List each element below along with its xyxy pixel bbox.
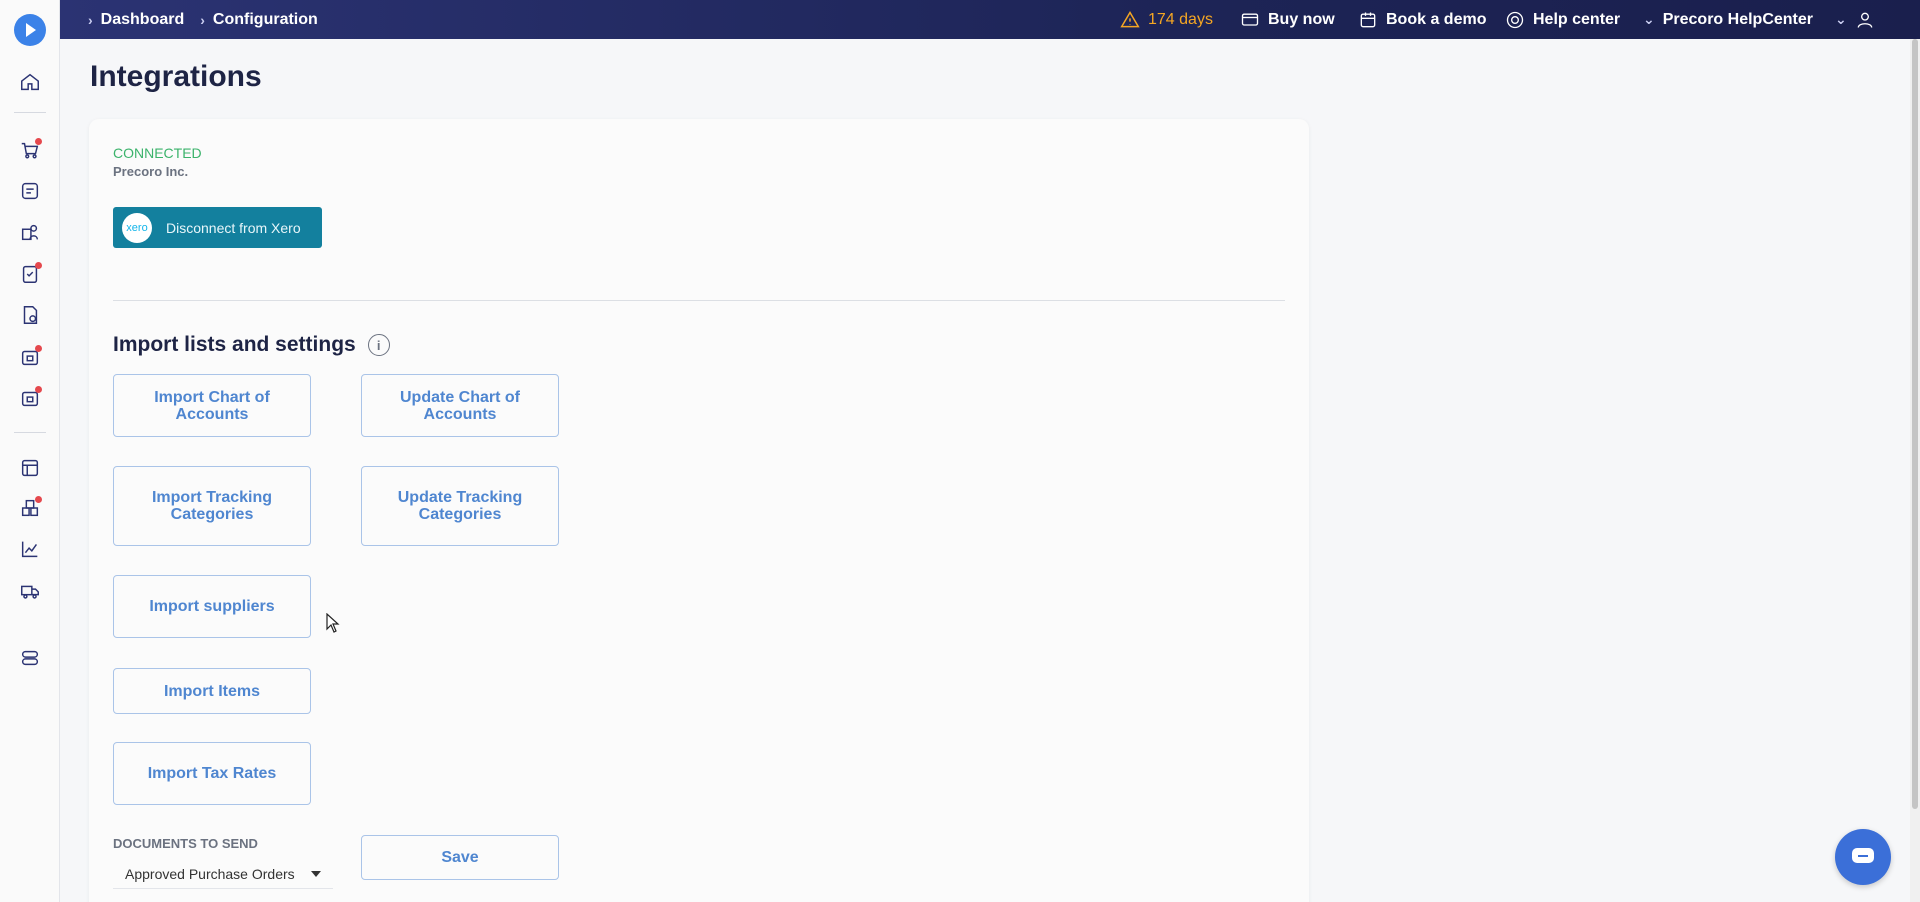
suppliers-icon[interactable] (18, 220, 42, 244)
import-chart-of-accounts-button[interactable]: Import Chart of Accounts (113, 374, 311, 437)
documents-select-value: Approved Purchase Orders (125, 865, 295, 882)
book-demo-label: Book a demo (1386, 10, 1487, 28)
import-items-button[interactable]: Import Items (113, 668, 311, 714)
section-title: Import lists and settings i (113, 333, 390, 357)
section-title-text: Import lists and settings (113, 333, 356, 356)
import-tax-rates-button[interactable]: Import Tax Rates (113, 742, 311, 805)
delivery-icon[interactable] (18, 579, 42, 603)
buy-now-button[interactable]: Buy now (1240, 0, 1335, 39)
account-menu[interactable]: ⌄ Precoro HelpCenter (1643, 0, 1813, 39)
topbar: › Dashboard › Configuration 174 days Buy… (60, 0, 1920, 39)
precoro-logo[interactable] (14, 14, 46, 46)
documents-label: DOCUMENTS TO SEND (113, 836, 258, 851)
sidebar (0, 0, 60, 902)
update-tracking-categories-button[interactable]: Update Tracking Categories (361, 466, 559, 546)
divider (113, 300, 1285, 301)
user-menu[interactable]: ⌄ (1835, 0, 1875, 39)
help-center-label: Help center (1533, 10, 1621, 28)
lifebuoy-icon (1506, 11, 1524, 28)
chevron-right-icon: › (88, 11, 93, 28)
chevron-right-icon: › (200, 11, 205, 28)
page-scrollbar[interactable] (1910, 39, 1920, 902)
disconnect-label: Disconnect from Xero (166, 219, 301, 236)
card-icon (1241, 13, 1259, 26)
breadcrumb: › Dashboard › Configuration (88, 0, 318, 39)
scrollbar-thumb[interactable] (1912, 39, 1918, 809)
calendar-icon (1360, 12, 1376, 27)
help-center-button[interactable]: Help center (1505, 0, 1620, 39)
connection-status: CONNECTED (113, 145, 202, 161)
breadcrumb-configuration[interactable]: Configuration (213, 11, 318, 29)
update-chart-of-accounts-button[interactable]: Update Chart of Accounts (361, 374, 559, 437)
inventory-icon[interactable] (18, 496, 42, 520)
import-suppliers-button[interactable]: Import suppliers (113, 575, 311, 638)
save-button[interactable]: Save (361, 835, 559, 880)
chevron-down-icon: ⌄ (1835, 11, 1847, 27)
mouse-cursor-icon (326, 612, 340, 638)
caret-down-icon (311, 870, 321, 877)
warning-icon (1120, 10, 1140, 27)
invoices-icon[interactable] (18, 303, 42, 327)
requests-icon[interactable] (18, 179, 42, 203)
documents-select[interactable]: Approved Purchase Orders (113, 859, 333, 889)
chat-icon (1852, 848, 1874, 863)
approvals-icon[interactable] (18, 262, 42, 286)
company-name: Precoro Inc. (113, 164, 189, 179)
import-tracking-categories-button[interactable]: Import Tracking Categories (113, 466, 311, 546)
integration-card: CONNECTED Precoro Inc. xero Disconnect f… (89, 119, 1309, 902)
settings-toggle-icon[interactable] (18, 646, 42, 670)
disconnect-xero-button[interactable]: xero Disconnect from Xero (113, 207, 322, 248)
info-icon[interactable]: i (367, 334, 390, 356)
analytics-icon[interactable] (18, 537, 42, 561)
budgets-icon[interactable] (18, 456, 42, 480)
home-icon[interactable] (18, 70, 42, 94)
cart-icon[interactable] (18, 138, 42, 162)
trial-days[interactable]: 174 days (1120, 0, 1213, 39)
trial-days-label: 174 days (1148, 10, 1213, 28)
receipts-icon[interactable] (18, 345, 42, 369)
chevron-down-icon: ⌄ (1643, 11, 1655, 27)
user-icon (1857, 12, 1873, 28)
account-name: Precoro HelpCenter (1662, 10, 1813, 28)
breadcrumb-dashboard[interactable]: Dashboard (101, 11, 185, 29)
xero-logo: xero (122, 212, 152, 243)
chat-button[interactable] (1835, 829, 1891, 885)
buy-now-label: Buy now (1268, 10, 1335, 28)
payments-icon[interactable] (18, 386, 42, 410)
book-demo-button[interactable]: Book a demo (1358, 0, 1486, 39)
page-title: Integrations (90, 60, 262, 93)
